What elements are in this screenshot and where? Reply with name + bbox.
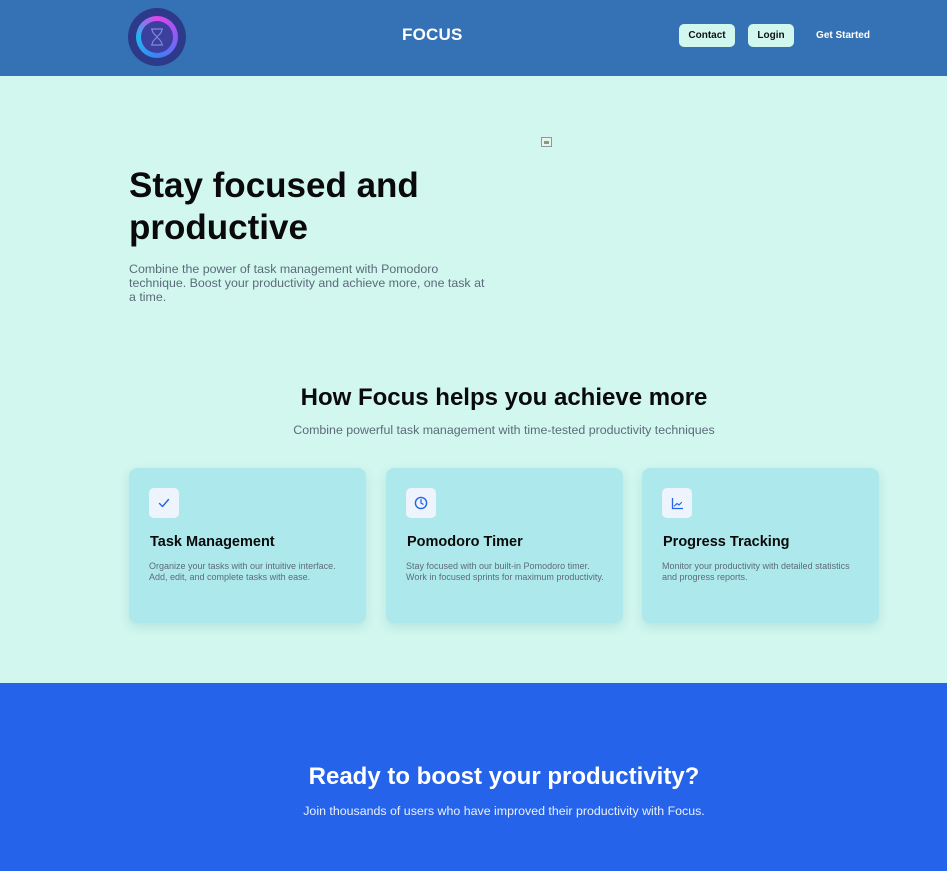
contact-button[interactable]: Contact (679, 24, 735, 47)
hourglass-icon (141, 21, 173, 53)
brand-title[interactable]: FOCUS (402, 25, 463, 45)
feature-card-title: Task Management (150, 534, 275, 550)
feature-card-task-management: Task Management Organize your tasks with… (129, 468, 366, 623)
feature-card-progress-tracking: Progress Tracking Monitor your productiv… (642, 468, 879, 623)
cta-title: Ready to boost your productivity? (308, 763, 700, 790)
feature-card-description: Stay focused with our built-in Pomodoro … (406, 561, 604, 582)
cta-subtitle: Join thousands of users who have improve… (303, 804, 705, 818)
feature-card-pomodoro-timer: Pomodoro Timer Stay focused with our bui… (386, 468, 623, 623)
hero-title: Stay focused and productive (129, 166, 419, 247)
chart-icon (662, 488, 692, 518)
feature-card-description: Organize your tasks with our intuitive i… (149, 561, 336, 582)
feature-card-description: Monitor your productivity with detailed … (662, 561, 850, 582)
logo-gradient-ring (136, 16, 178, 58)
login-button[interactable]: Login (748, 24, 794, 47)
check-icon (149, 488, 179, 518)
hero-subtitle: Combine the power of task management wit… (129, 262, 485, 304)
focus-logo-icon[interactable] (128, 8, 186, 66)
clock-icon (406, 488, 436, 518)
features-title: How Focus helps you achieve more (300, 384, 708, 411)
cta-section: Ready to boost your productivity? Join t… (0, 683, 947, 871)
top-navigation-bar: FOCUS Contact Login Get Started (0, 0, 947, 76)
features-subtitle: Combine powerful task management with ti… (293, 423, 715, 437)
feature-card-title: Pomodoro Timer (407, 534, 523, 550)
broken-image-icon (541, 137, 552, 147)
get-started-button[interactable]: Get Started (808, 24, 878, 47)
feature-card-title: Progress Tracking (663, 534, 790, 550)
